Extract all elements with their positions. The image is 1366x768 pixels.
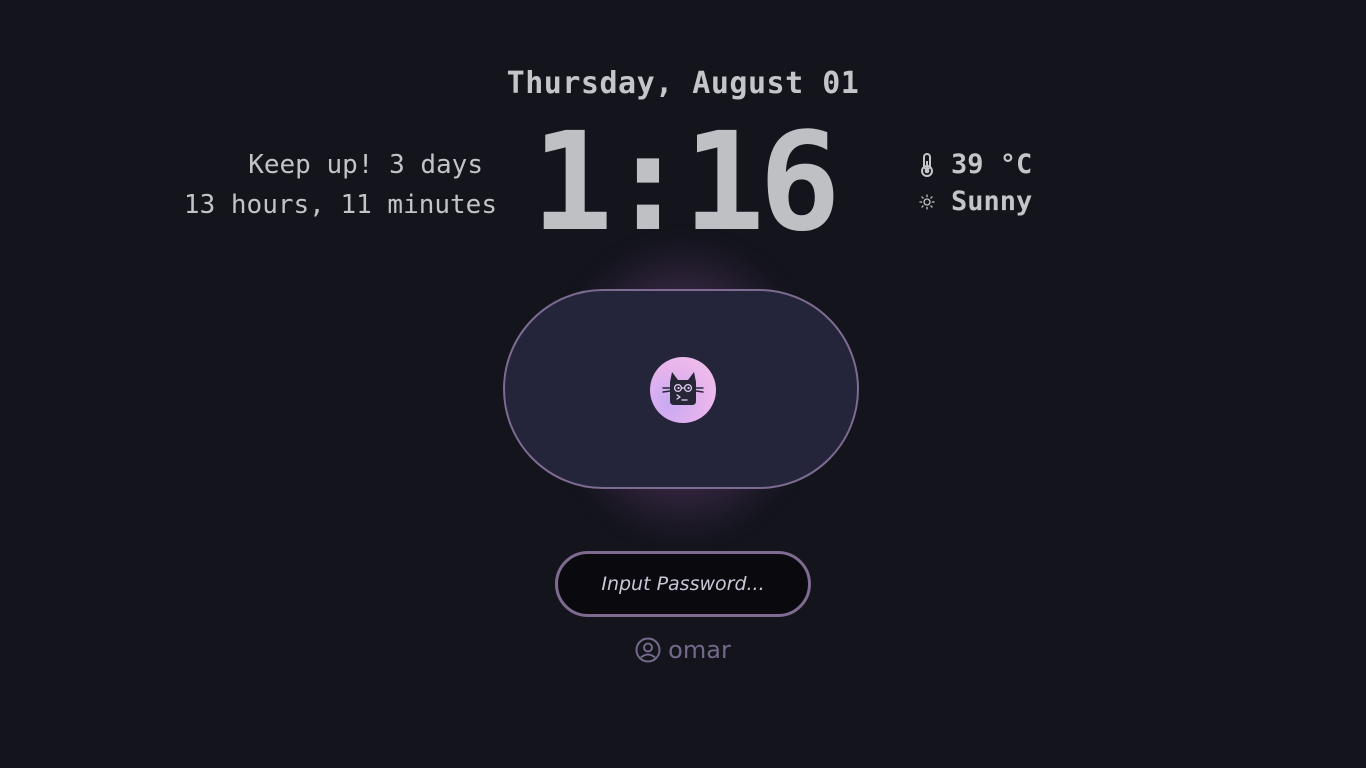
- sun-icon: [916, 189, 938, 215]
- condition-row: Sunny: [916, 183, 1032, 221]
- weather-condition: Sunny: [951, 186, 1033, 217]
- password-field[interactable]: [555, 551, 811, 617]
- password-input[interactable]: [571, 572, 795, 596]
- date-label: Thursday, August 01: [506, 66, 860, 101]
- user-label: omar: [0, 636, 1366, 664]
- weather-widget: 39 °C Sunny: [916, 146, 1032, 221]
- clock-time: 1:16: [531, 104, 841, 262]
- thermometer-icon: [916, 152, 938, 178]
- username: omar: [668, 636, 731, 664]
- user-circle-icon: [635, 637, 661, 663]
- cat-terminal-icon: [662, 372, 704, 405]
- avatar: [650, 357, 716, 423]
- temperature-value: 39 °C: [951, 149, 1033, 180]
- temperature-row: 39 °C: [916, 146, 1032, 184]
